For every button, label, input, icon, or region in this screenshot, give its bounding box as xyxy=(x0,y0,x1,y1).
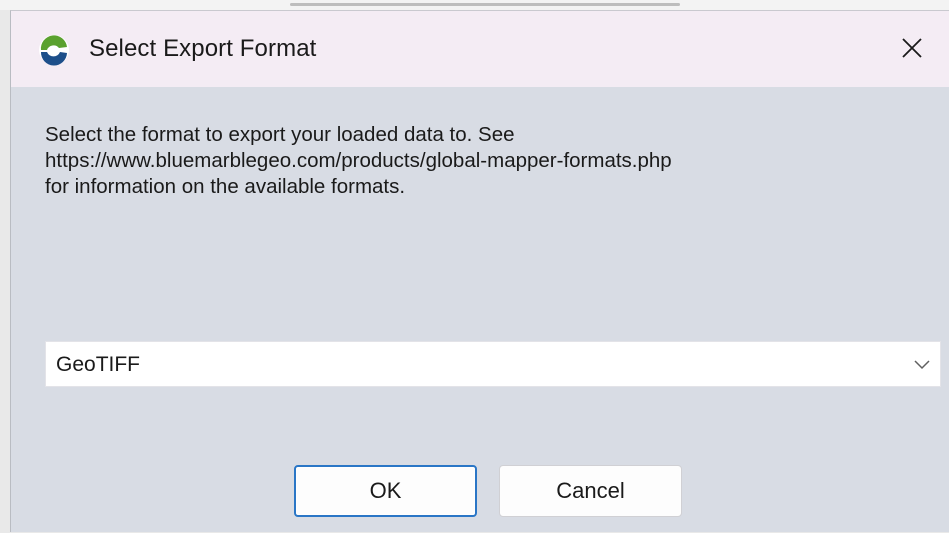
close-icon xyxy=(902,38,922,58)
description-url-line: https://www.bluemarblegeo.com/products/g… xyxy=(45,149,672,172)
select-export-format-dialog: Select Export Format Select the format t… xyxy=(10,10,949,532)
title-bar[interactable]: Select Export Format xyxy=(11,11,949,87)
close-button[interactable] xyxy=(889,25,935,71)
background-window-detail xyxy=(290,3,680,6)
chevron-down-icon xyxy=(914,360,930,370)
description-text: Select the format to export your loaded … xyxy=(45,122,925,200)
dialog-title: Select Export Format xyxy=(89,35,317,62)
description-line-3: for information on the available formats… xyxy=(45,175,406,198)
ok-button[interactable]: OK xyxy=(294,465,477,517)
dialog-content: Select the format to export your loaded … xyxy=(11,87,949,533)
export-format-select[interactable]: GeoTIFF xyxy=(45,341,941,387)
description-line-1: Select the format to export your loaded … xyxy=(45,123,515,146)
background-window-edge xyxy=(0,0,949,10)
selected-format-value: GeoTIFF xyxy=(56,353,141,376)
cancel-button[interactable]: Cancel xyxy=(499,465,682,517)
global-mapper-logo-icon xyxy=(39,35,69,66)
